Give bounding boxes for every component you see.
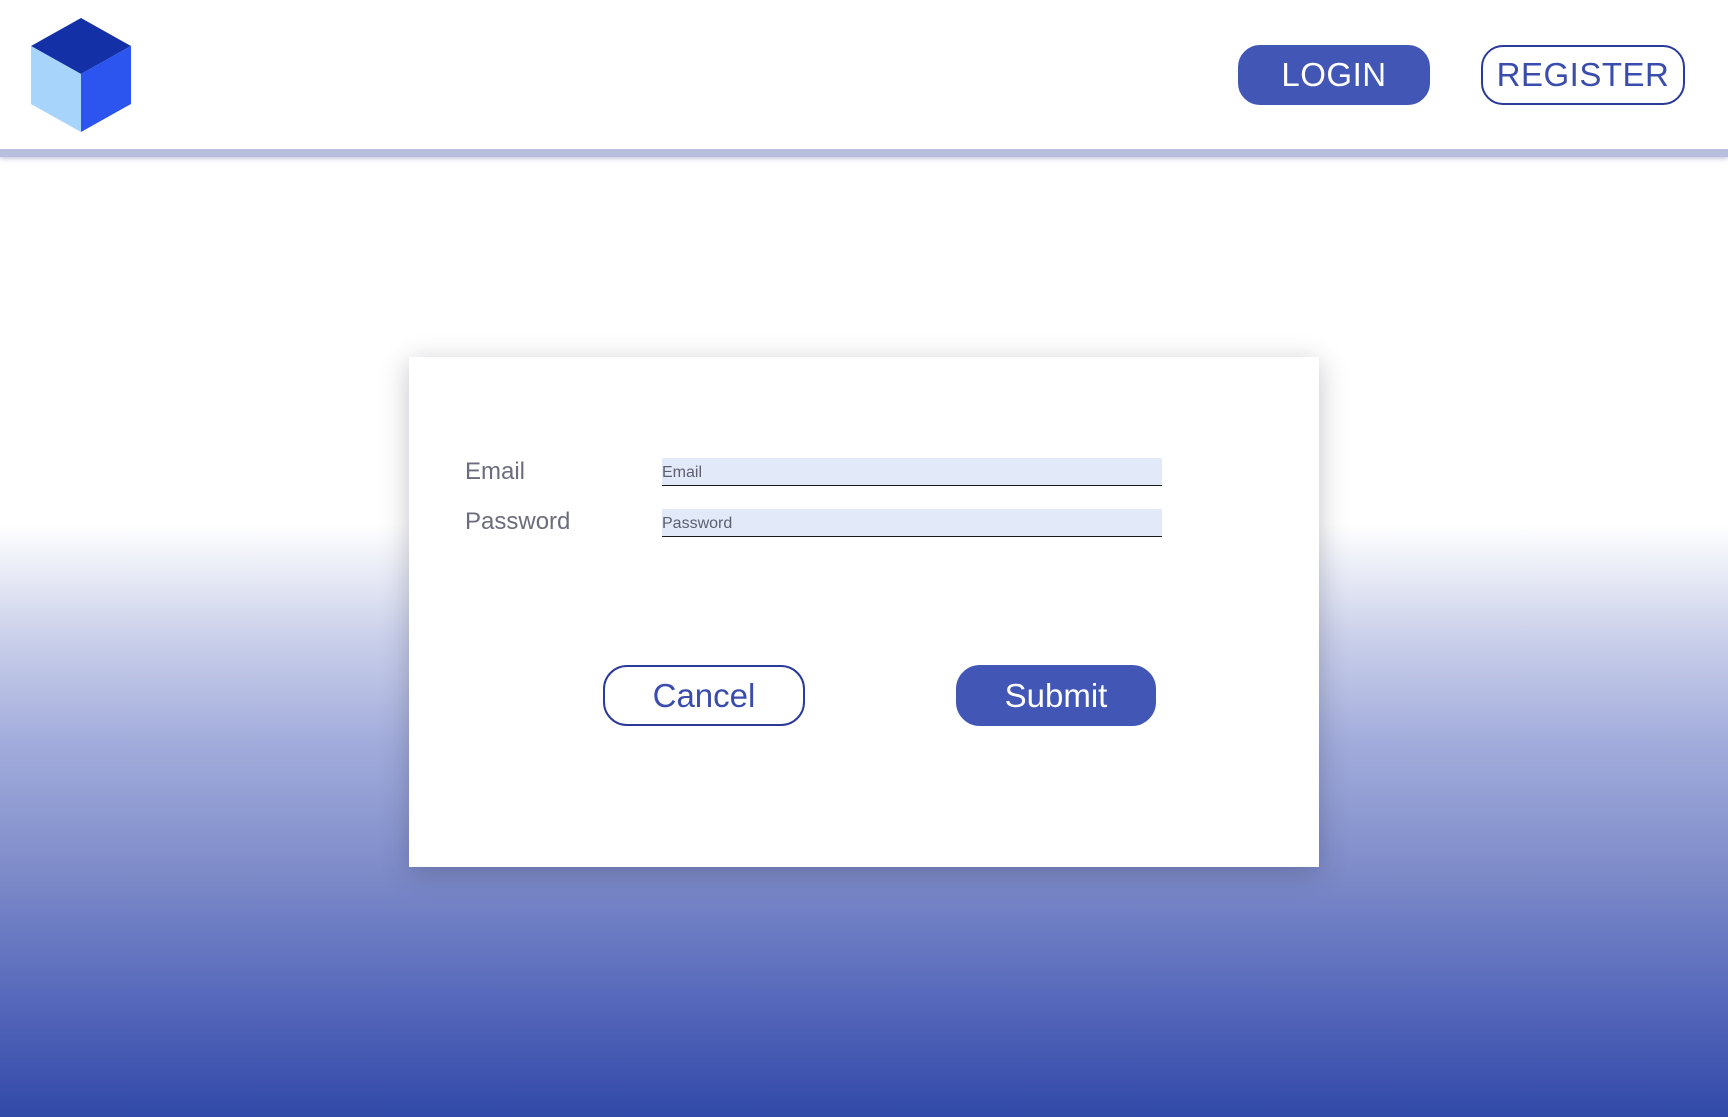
login-card: Email Password Cancel Submit — [409, 357, 1319, 867]
submit-button-label: Submit — [1004, 676, 1108, 714]
cube-logo-icon — [30, 17, 132, 133]
register-button-label: REGISTER — [1496, 56, 1670, 93]
top-header: LOGIN REGISTER — [0, 0, 1728, 157]
email-field[interactable] — [662, 458, 1162, 486]
cancel-button[interactable]: Cancel — [603, 665, 805, 726]
login-button-label: LOGIN — [1281, 56, 1387, 93]
cancel-button-label: Cancel — [652, 676, 756, 714]
login-button[interactable]: LOGIN — [1238, 45, 1430, 105]
password-field[interactable] — [662, 509, 1162, 537]
password-label: Password — [465, 508, 571, 535]
email-label: Email — [465, 458, 526, 485]
submit-button[interactable]: Submit — [956, 665, 1156, 726]
register-button[interactable]: REGISTER — [1481, 45, 1685, 105]
